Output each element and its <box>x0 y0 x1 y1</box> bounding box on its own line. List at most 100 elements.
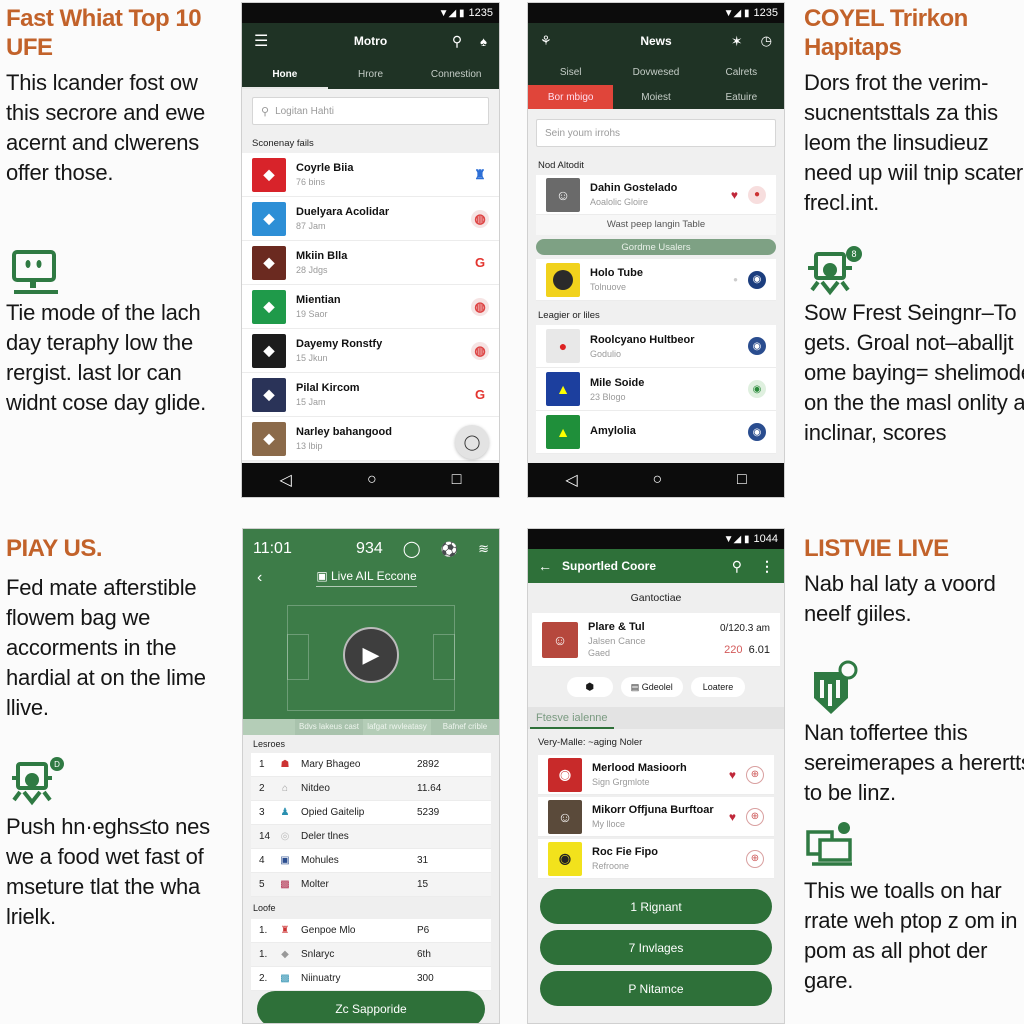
item-thumbnail: ◆ <box>252 157 286 192</box>
team-badge-icon: ◉ <box>748 423 766 441</box>
strip-tab[interactable]: Bafnef crible <box>431 719 499 735</box>
featured-note: Wast peep langin Table <box>536 215 776 235</box>
wifi-signal-icon: ▼◢ ▮ <box>723 533 750 545</box>
strip-tab[interactable]: lafgat rwvleatasy <box>363 719 431 735</box>
search-input[interactable]: ⚲ Logitan Hahti <box>252 97 489 125</box>
list-item[interactable]: ◉ Merlood Masioorh Sign Grgmlote ♥ ⊕ <box>538 755 774 795</box>
more-icon[interactable]: ⋮ <box>760 558 774 575</box>
search-icon[interactable]: ⚲ <box>732 558 742 575</box>
right-body-4: Nan toffertee this sereimerapes a herert… <box>804 720 1024 805</box>
team-name: Opied Gaitelip <box>301 807 365 818</box>
item-thumbnail: ◆ <box>252 201 286 236</box>
list-item[interactable]: Holo Tube Tolnuove ● ◉ <box>536 259 776 301</box>
table-row[interactable]: 3 ♟ Opied Gaitelip 5239 <box>251 801 491 825</box>
group-icon[interactable]: ⚘ <box>540 33 552 49</box>
list-item[interactable]: ▲ Mile Soide 23 Blogo ◉ <box>536 368 776 411</box>
rank: 4 <box>259 855 265 866</box>
back-arrow-icon[interactable]: ‹ <box>257 569 262 587</box>
clock-icon[interactable]: ◷ <box>761 33 772 49</box>
chip-label: Gdeolel <box>641 682 673 692</box>
recents-icon[interactable]: □ <box>452 471 462 489</box>
team-icon: ◆ <box>281 949 289 960</box>
list-item[interactable]: ◆ Pilal Kircom 15 Jam G <box>242 373 499 417</box>
tab-bor-mbigo[interactable]: Bor mbigo <box>528 85 614 109</box>
tab-moiest[interactable]: Moiest <box>613 85 698 109</box>
shield-badge-icon <box>810 660 862 725</box>
heart-icon[interactable]: ♥ <box>731 188 738 202</box>
item-subtitle: Godulio <box>590 348 622 359</box>
list-item[interactable]: ▲ Amylolia ◉ <box>536 411 776 454</box>
list-item[interactable]: ◆ Mkiin Blla 28 Jdgs G <box>242 241 499 285</box>
recents-icon[interactable]: □ <box>737 471 747 489</box>
tab-eatuire[interactable]: Eatuire <box>699 85 784 109</box>
item-subtitle: 15 Jam <box>296 397 326 407</box>
search-icon[interactable]: ⚲ <box>452 33 462 50</box>
action-button[interactable]: 7 Invlages <box>540 930 772 965</box>
ball-icon[interactable]: ⚽ <box>441 541 458 558</box>
team-value: 6th <box>417 949 431 960</box>
flag-thumbnail: ▲ <box>546 372 580 406</box>
list-item[interactable]: ◆ Coyrle Biia 76 bins ♜ <box>242 153 499 197</box>
heart-icon[interactable]: ♥ <box>729 810 736 824</box>
list-item[interactable]: ◆ Dayemy Ronstfy 15 Jkun ◍ <box>242 329 499 373</box>
home-icon[interactable]: ○ <box>652 471 662 489</box>
action-button[interactable]: 1 Rignant <box>540 889 772 924</box>
action-button[interactable]: Ρ Nitamce <box>540 971 772 1006</box>
tab-connection[interactable]: Connestion <box>413 59 499 89</box>
back-icon[interactable]: ◁ <box>280 470 292 490</box>
table-row[interactable]: 1. ♜ Genpoe Mlo P6 <box>251 919 491 943</box>
play-button[interactable]: ▶ <box>343 627 399 683</box>
list-item[interactable]: ● Roolcyano Hultbeor Godulio ◉ <box>536 325 776 368</box>
heart-icon[interactable]: ♥ <box>729 768 736 782</box>
profile-icon[interactable]: ♠ <box>480 34 487 49</box>
strip-tab[interactable]: Bdvs lakeus cast <box>295 719 363 735</box>
star-icon[interactable]: ✶ <box>731 33 743 50</box>
gordme-usalers-button[interactable]: Gordme Usalers <box>536 239 776 255</box>
list-item[interactable]: ☺ Mikorr Offjuna Burftoar My lloce ♥ ⊕ <box>538 797 774 837</box>
search-input[interactable]: Sein youm irrohs <box>536 119 776 147</box>
home-icon[interactable]: ○ <box>367 471 377 489</box>
chat-icon[interactable]: ◯ <box>403 539 421 559</box>
tab-bar-bottom: Bor mbigo Moiest Eatuire <box>528 85 784 109</box>
tab-sisel[interactable]: Sisel <box>528 59 613 85</box>
left-section-4: Push hn·eghs≤to nes we a food wet fast o… <box>6 812 236 932</box>
chat-fab-button[interactable]: ◯ <box>455 425 489 459</box>
table-row[interactable]: 4 ▣ Mohules 31 <box>251 849 491 873</box>
menu-icon[interactable]: ☰ <box>254 31 268 51</box>
back-arrow-icon[interactable]: ← <box>538 558 552 574</box>
section-tab[interactable]: Ftesve ialenne <box>536 712 608 724</box>
badge-icon: ● <box>748 185 766 204</box>
table-row[interactable]: 14 ◎ Deler tlnes <box>251 825 491 849</box>
list-item[interactable]: ◆ Duelyara Acolidar 87 Jam ◍ <box>242 197 499 241</box>
tab-home[interactable]: Hone <box>242 59 328 89</box>
tab-dovwesed[interactable]: Dovwesed <box>613 59 698 85</box>
left-section-2: Tie mode of the lach day teraphy low the… <box>6 298 236 418</box>
table-row[interactable]: 5 ▩ Molter 15 <box>251 873 491 897</box>
right-section-5: This we toalls on har rrate weh ptop z o… <box>804 876 1024 996</box>
league-table: 1. ♜ Genpoe Mlo P6 1. ◆ Snlaryc 6th 2. ▩ Niinuatry… <box>243 919 499 991</box>
support-button[interactable]: Zc Sapporide <box>257 991 485 1023</box>
item-subtitle: Sign Grgmlote <box>592 777 650 787</box>
team-value: 15 <box>417 879 429 890</box>
tab-calrets[interactable]: Calrets <box>699 59 784 85</box>
featured-item[interactable]: ☺ Dahin Gostelado Aoalolic Gloire ♥ ● <box>536 175 776 215</box>
list-item[interactable]: ◆ Mientian 19 Saor ◍ <box>242 285 499 329</box>
list-item[interactable]: ◉ Roc Fie Fipo Refroone ⊕ <box>538 839 774 879</box>
table-row[interactable]: 2. ▩ Niinuatry 300 <box>251 967 491 991</box>
match-card[interactable]: ☺ Plare & Tul Jalsen Cance Gaed 0/120.3 … <box>532 613 780 667</box>
chip-row: ⬢ ▤ Gdeolel Loatere <box>528 677 784 697</box>
table-row[interactable]: 1 ☗ Mary Bhageo 2892 <box>251 753 491 777</box>
chip-icon-button[interactable]: ⬢ <box>566 677 613 697</box>
table-row[interactable]: 1. ◆ Snlaryc 6th <box>251 943 491 967</box>
table-row[interactable]: 2 ⌂ Nitdeo 11.64 <box>251 777 491 801</box>
team-icon: ♜ <box>280 925 290 936</box>
back-icon[interactable]: ◁ <box>565 470 577 490</box>
menu-lines-icon[interactable]: ≋ <box>478 541 489 557</box>
chip-button[interactable]: Loatere <box>690 677 746 697</box>
strip-tabs: Bdvs lakeus cast lafgat rwvleatasy Bafne… <box>243 719 499 735</box>
item-title: Amylolia <box>590 424 636 437</box>
chip-button[interactable]: ▤ Gdeolel <box>620 677 683 697</box>
tab-hrore[interactable]: Hrore <box>328 59 414 89</box>
match-sub-2: Gaed <box>588 648 611 658</box>
app-bar: ☰ Motro ⚲ ♠ Hone Hrore Connestion <box>242 23 499 89</box>
